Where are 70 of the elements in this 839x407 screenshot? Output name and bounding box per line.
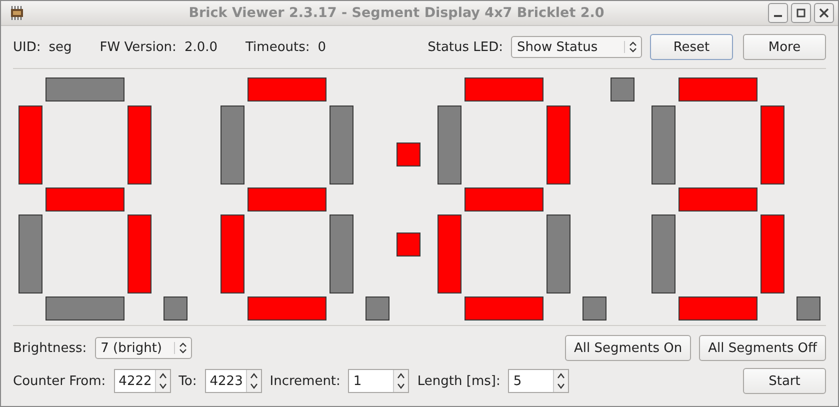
brightness-label: Brightness: bbox=[13, 340, 87, 356]
counter-from-label: Counter From: bbox=[13, 374, 106, 388]
segment[interactable] bbox=[330, 106, 354, 184]
close-button[interactable] bbox=[814, 3, 834, 23]
segment[interactable] bbox=[18, 106, 42, 184]
segment[interactable] bbox=[546, 214, 570, 294]
spin-arrows-icon bbox=[397, 372, 406, 390]
status-led-label: Status LED: bbox=[428, 40, 503, 54]
start-button[interactable]: Start bbox=[743, 368, 826, 394]
length-spinbox[interactable]: 5 bbox=[508, 369, 570, 393]
window-title: Brick Viewer 2.3.17 - Segment Display 4x7 Bricklet 2.0 bbox=[188, 5, 606, 21]
segment[interactable] bbox=[438, 106, 462, 184]
uid-value: seg bbox=[48, 40, 72, 54]
reset-button[interactable]: Reset bbox=[650, 34, 733, 60]
chip-icon bbox=[9, 6, 25, 20]
fw-version-value: 2.0.0 bbox=[184, 40, 218, 54]
segment[interactable] bbox=[678, 78, 758, 102]
brightness-dropdown[interactable]: 7 (bright) bbox=[94, 337, 192, 359]
segment[interactable] bbox=[464, 296, 544, 320]
all-segments-off-button[interactable]: All Segments Off bbox=[699, 335, 826, 361]
maximize-icon bbox=[796, 8, 806, 18]
segment[interactable] bbox=[128, 214, 152, 294]
segment[interactable] bbox=[46, 296, 124, 320]
decimal-point[interactable] bbox=[366, 296, 390, 320]
segment[interactable] bbox=[760, 106, 784, 184]
segment[interactable] bbox=[652, 214, 676, 294]
status-led-dropdown[interactable]: Show Status bbox=[511, 36, 642, 58]
to-spinbox[interactable]: 4223 bbox=[204, 369, 262, 393]
to-label: To: bbox=[178, 374, 197, 388]
increment-spinbox[interactable]: 1 bbox=[348, 369, 410, 393]
segment[interactable] bbox=[18, 214, 42, 294]
segment[interactable] bbox=[248, 296, 326, 320]
increment-label: Increment: bbox=[270, 374, 340, 388]
spin-arrows-icon bbox=[158, 372, 167, 390]
segment[interactable] bbox=[652, 106, 676, 184]
timeouts-label: Timeouts: bbox=[246, 40, 310, 54]
segment[interactable] bbox=[220, 106, 244, 184]
uid-label: UID: bbox=[13, 40, 41, 54]
more-button[interactable]: More bbox=[743, 34, 826, 60]
decimal-point[interactable] bbox=[164, 296, 188, 320]
spin-arrows-icon bbox=[250, 372, 258, 390]
up-down-arrows-icon bbox=[629, 41, 637, 53]
segment[interactable] bbox=[464, 78, 544, 102]
fw-version-label: FW Version: bbox=[100, 40, 176, 54]
tick-segment[interactable] bbox=[610, 78, 634, 102]
spin-arrows-icon bbox=[557, 372, 566, 390]
segment[interactable] bbox=[678, 188, 758, 212]
segment[interactable] bbox=[128, 106, 152, 184]
segment[interactable] bbox=[46, 78, 124, 102]
segment[interactable] bbox=[248, 188, 326, 212]
length-label: Length [ms]: bbox=[417, 374, 500, 388]
close-icon bbox=[819, 8, 829, 18]
segment[interactable] bbox=[46, 188, 124, 212]
up-down-arrows-icon bbox=[178, 342, 187, 354]
segment[interactable] bbox=[546, 106, 570, 184]
segment[interactable] bbox=[248, 78, 326, 102]
timeouts-value: 0 bbox=[318, 40, 326, 54]
segment[interactable] bbox=[220, 214, 244, 294]
segment[interactable] bbox=[760, 214, 784, 294]
segment[interactable] bbox=[464, 188, 544, 212]
segment[interactable] bbox=[438, 214, 462, 294]
decimal-point[interactable] bbox=[582, 296, 606, 320]
segment[interactable] bbox=[678, 296, 758, 320]
decimal-point[interactable] bbox=[796, 296, 820, 320]
minimize-button[interactable] bbox=[768, 3, 788, 23]
counter-from-spinbox[interactable]: 4222 bbox=[114, 369, 171, 393]
maximize-button[interactable] bbox=[791, 3, 811, 23]
segment[interactable] bbox=[330, 214, 354, 294]
all-segments-on-button[interactable]: All Segments On bbox=[565, 335, 692, 361]
minimize-icon bbox=[774, 15, 782, 17]
